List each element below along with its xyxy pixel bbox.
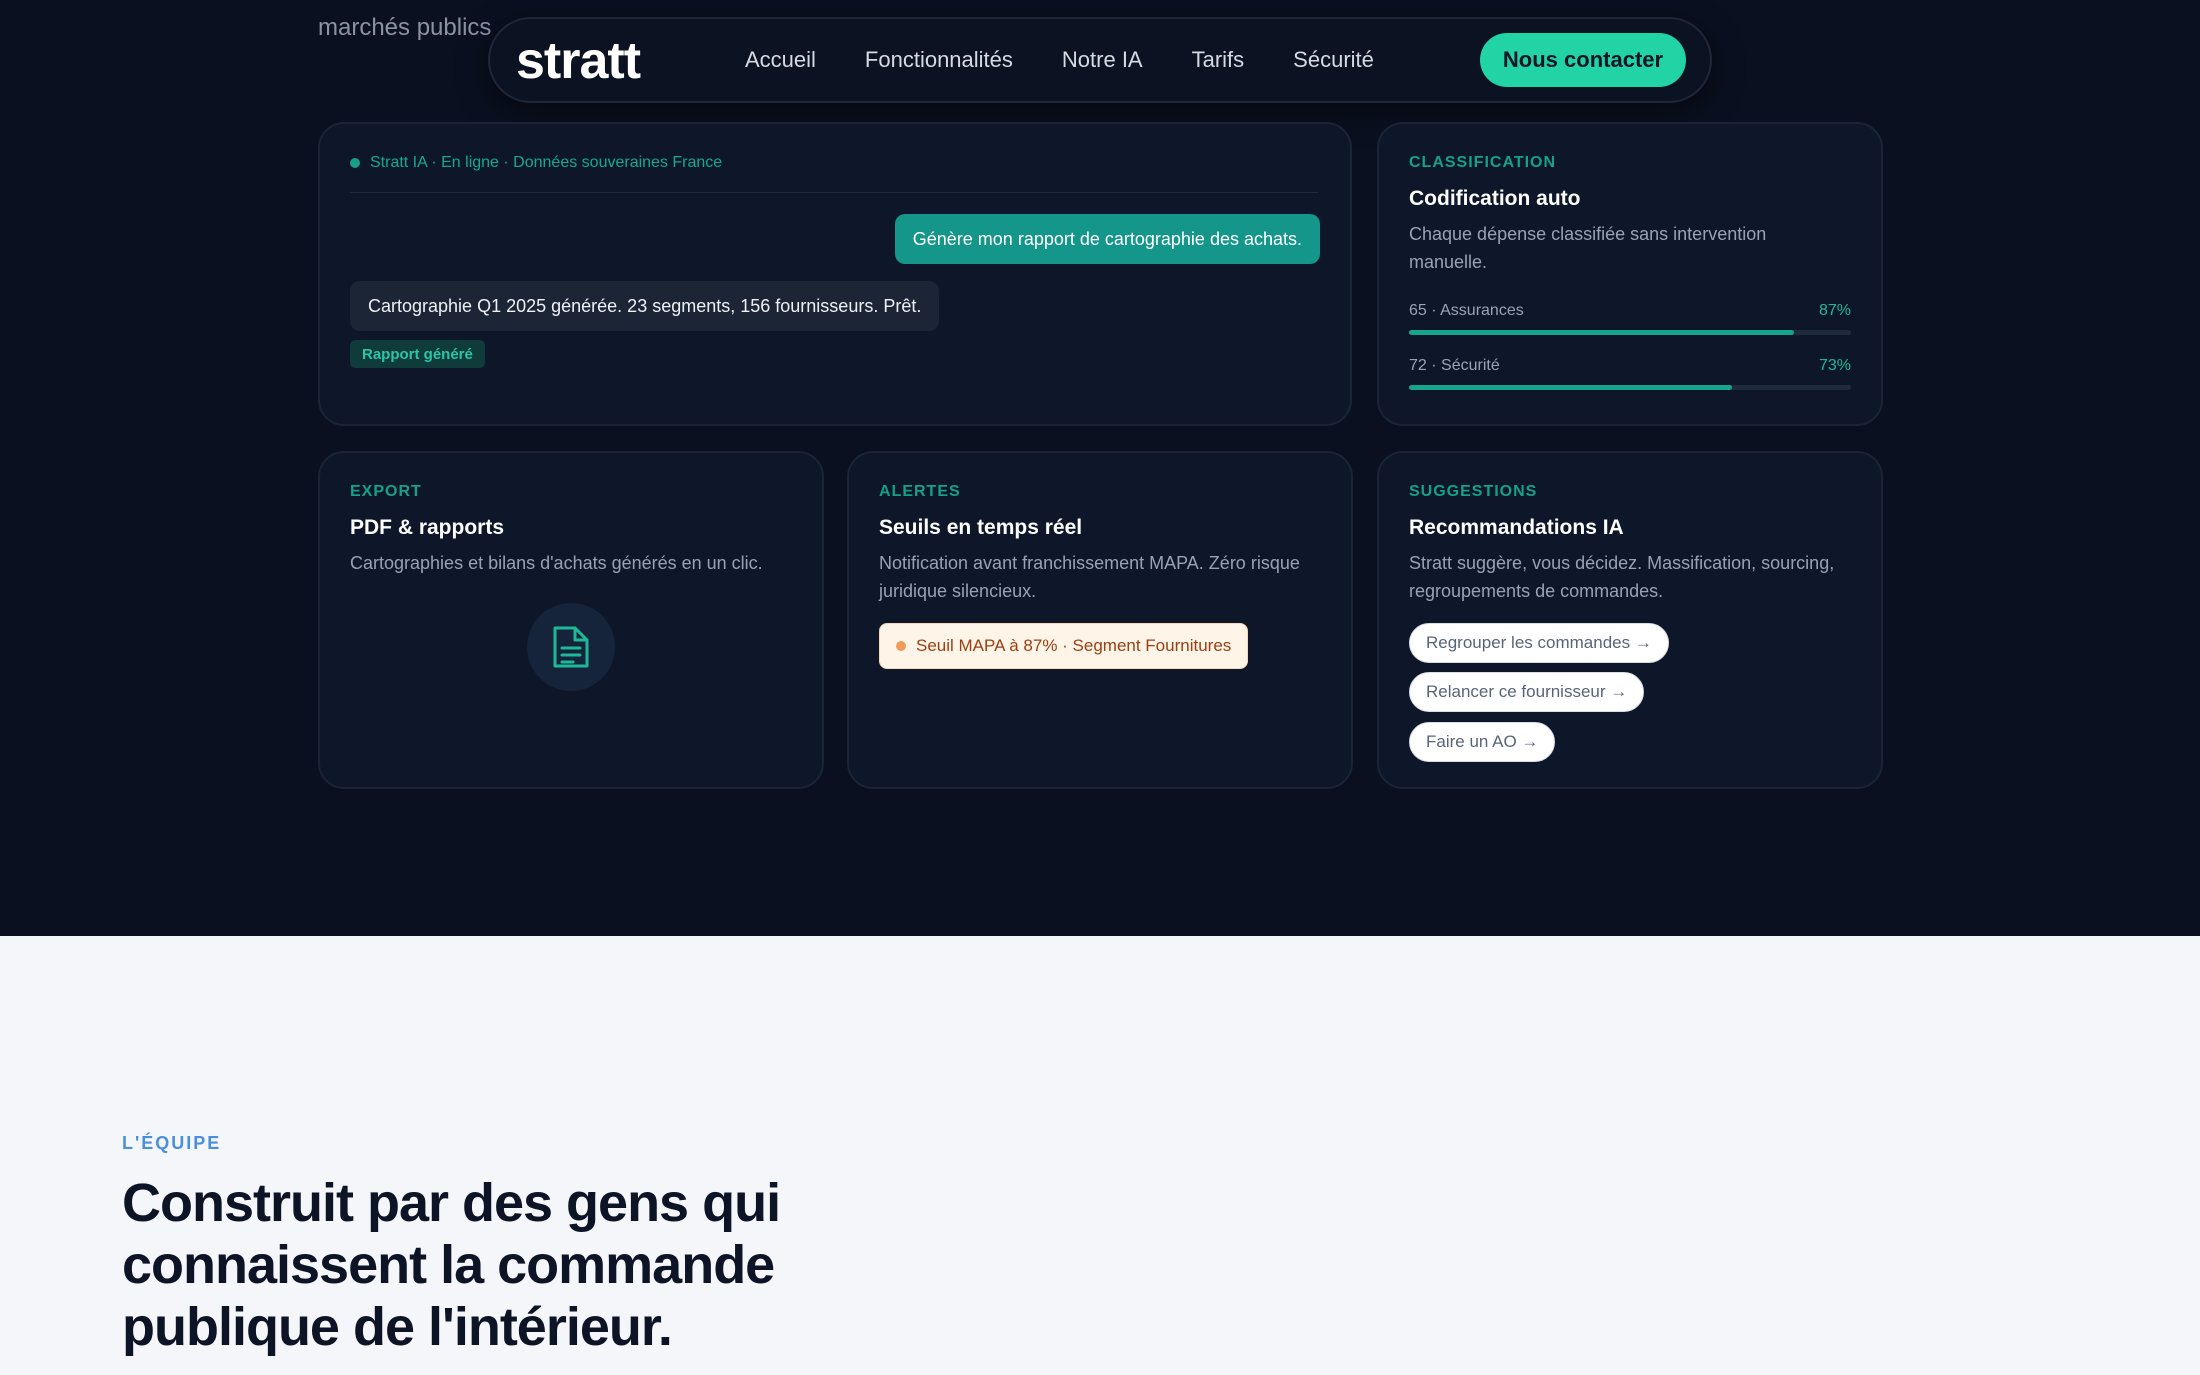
progress-label: 65 · Assurances — [1409, 302, 1524, 319]
team-title: Construit par des gens qui connaissent l… — [122, 1173, 781, 1357]
suggestion-chip-regrouper[interactable]: Regrouper les commandes → — [1409, 623, 1669, 663]
contact-button[interactable]: Nous contacter — [1480, 33, 1686, 87]
classification-card: CLASSIFICATION Codification auto Chaque … — [1377, 122, 1883, 426]
nav-links: Accueil Fonctionnalités Notre IA Tarifs … — [745, 47, 1423, 73]
export-card: EXPORT PDF & rapports Cartographies et b… — [318, 451, 824, 789]
logo[interactable]: stratt — [516, 31, 641, 91]
alert-pill: Seuil MAPA à 87% · Segment Fournitures — [879, 623, 1249, 669]
card-eyebrow: EXPORT — [350, 483, 422, 500]
background-heading-fragment: marchés publics — [318, 14, 492, 41]
user-message: Génère mon rapport de cartographie des a… — [894, 214, 1320, 264]
team-eyebrow: L'ÉQUIPE — [122, 1133, 222, 1153]
suggestion-chip-ao[interactable]: Faire un AO → — [1409, 722, 1556, 762]
card-description: Cartographies et bilans d'achats générés… — [350, 553, 763, 573]
progress-percent: 87% — [1818, 302, 1851, 319]
card-description: Stratt suggère, vous décidez. Massificat… — [1409, 553, 1835, 601]
card-title: Seuils en temps réel — [879, 516, 1083, 539]
report-generated-badge: Rapport généré — [350, 340, 485, 368]
chat-status: Stratt IA · En ligne · Données souverain… — [350, 154, 722, 172]
nav-link-tarifs[interactable]: Tarifs — [1192, 47, 1245, 73]
progress-fill — [1409, 385, 1732, 390]
progress-label: 72 · Sécurité — [1409, 357, 1500, 374]
progress-percent: 73% — [1818, 357, 1851, 374]
card-description: Chaque dépense classifiée sans intervent… — [1409, 224, 1767, 272]
document-icon — [553, 626, 589, 668]
card-eyebrow: SUGGESTIONS — [1409, 483, 1538, 500]
suggestions-card: SUGGESTIONS Recommandations IA Stratt su… — [1377, 451, 1883, 789]
alerts-card: ALERTES Seuils en temps réel Notificatio… — [847, 451, 1353, 789]
navbar: stratt Accueil Fonctionnalités Notre IA … — [488, 17, 1712, 103]
chat-card: Stratt IA · En ligne · Données souverain… — [318, 122, 1352, 426]
chat-divider — [350, 192, 1318, 193]
online-dot-icon — [350, 158, 360, 168]
alert-dot-icon — [896, 641, 906, 651]
card-title: Codification auto — [1409, 187, 1581, 210]
nav-link-securite[interactable]: Sécurité — [1293, 47, 1374, 73]
suggestion-chip-relancer[interactable]: Relancer ce fournisseur → — [1409, 672, 1645, 712]
document-icon-circle — [527, 603, 615, 691]
nav-link-fonctionnalites[interactable]: Fonctionnalités — [865, 47, 1013, 73]
card-title: PDF & rapports — [350, 516, 505, 539]
alert-text: Seuil MAPA à 87% · Segment Fournitures — [916, 636, 1232, 655]
chat-status-text: Stratt IA · En ligne · Données souverain… — [370, 154, 723, 171]
nav-link-notre-ia[interactable]: Notre IA — [1062, 47, 1143, 73]
card-eyebrow: CLASSIFICATION — [1409, 154, 1557, 171]
progress-securite: 72 · Sécurité 73% — [1409, 357, 1851, 390]
progress-track — [1409, 330, 1851, 335]
progress-assurances: 65 · Assurances 87% — [1409, 302, 1851, 335]
card-title: Recommandations IA — [1409, 516, 1624, 539]
nav-link-accueil[interactable]: Accueil — [745, 47, 816, 73]
bot-message: Cartographie Q1 2025 générée. 23 segment… — [350, 281, 940, 331]
progress-fill — [1409, 330, 1794, 335]
progress-track — [1409, 385, 1851, 390]
card-description: Notification avant franchissement MAPA. … — [879, 553, 1300, 601]
card-eyebrow: ALERTES — [879, 483, 961, 500]
